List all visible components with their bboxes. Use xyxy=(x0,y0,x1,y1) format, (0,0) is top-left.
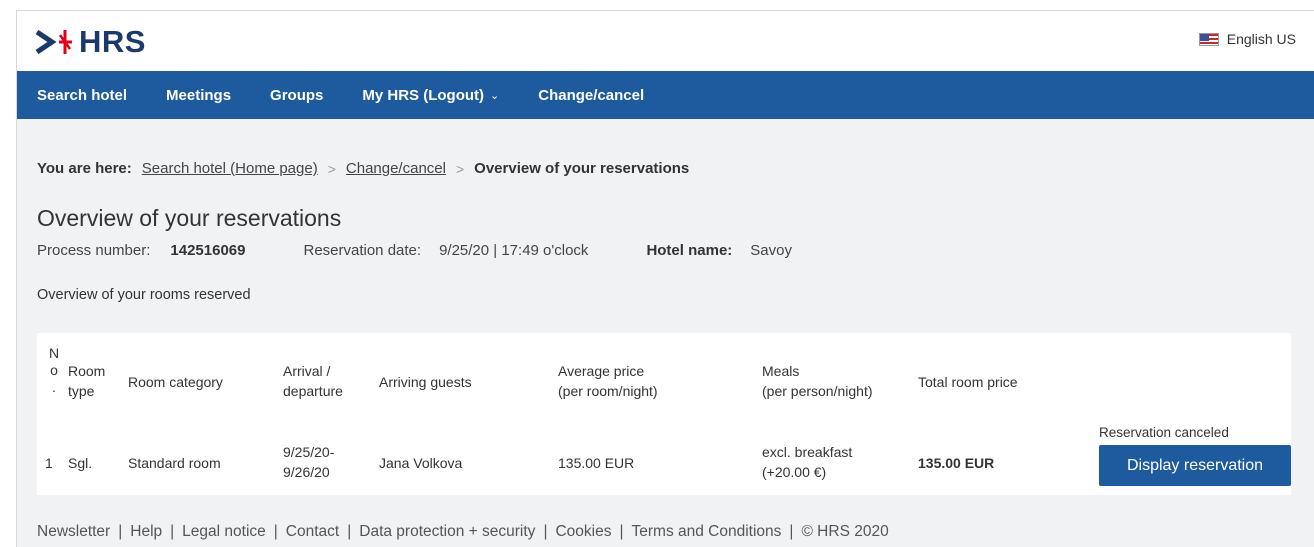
footer-link-cookies[interactable]: Cookies xyxy=(555,523,611,541)
footer-link-terms[interactable]: Terms and Conditions xyxy=(632,523,782,541)
main-nav: Search hotel Meetings Groups My HRS (Log… xyxy=(17,71,1314,119)
col-header-room-category: Room category xyxy=(128,374,223,390)
col-header-room-type-line: Room xyxy=(68,363,106,379)
footer-link-data-protection[interactable]: Data protection + security xyxy=(359,523,535,541)
status-badge: Reservation canceled xyxy=(1099,425,1229,440)
reservation-date-value: 9/25/20 | 17:49 o'clock xyxy=(439,242,589,259)
cell-arrival-departure: 9/25/20- 9/26/20 xyxy=(283,442,334,482)
footer-separator: | xyxy=(118,523,123,540)
nav-meetings[interactable]: Meetings xyxy=(166,87,231,104)
cell-arrival: 9/25/20- xyxy=(283,444,335,460)
footer-link-newsletter[interactable]: Newsletter xyxy=(37,523,110,541)
col-header-meals: Meals (per person/night) xyxy=(762,361,873,401)
col-header-no: N o . xyxy=(47,345,61,396)
footer-copyright: © HRS 2020 xyxy=(801,523,889,540)
footer-links: Newsletter | Help | Legal notice | Conta… xyxy=(37,523,889,541)
col-header-room-type: Room type xyxy=(68,361,105,401)
process-number-label: Process number: xyxy=(37,242,151,259)
cell-room-category: Standard room xyxy=(128,455,221,471)
chevron-down-icon: ⌄ xyxy=(490,89,500,102)
footer-separator: | xyxy=(170,523,175,540)
col-header-total: Total room price xyxy=(918,374,1018,390)
cell-guests: Jana Volkova xyxy=(379,455,463,471)
col-header-no-line: o xyxy=(50,362,58,378)
footer-link-contact[interactable]: Contact xyxy=(286,523,339,541)
nav-groups[interactable]: Groups xyxy=(270,87,323,104)
hotel-name-value: Savoy xyxy=(750,242,792,259)
breadcrumb-label: You are here: xyxy=(37,160,132,177)
footer-separator: | xyxy=(347,523,352,540)
footer-separator: | xyxy=(543,523,548,540)
nav-my-hrs-label: My HRS (Logout) xyxy=(362,86,485,104)
col-header-avg-price-line: Average price xyxy=(558,363,645,379)
cell-no: 1 xyxy=(45,455,53,471)
breadcrumb-link-home[interactable]: Search hotel (Home page) xyxy=(142,160,318,177)
nav-search-hotel[interactable]: Search hotel xyxy=(37,87,127,104)
col-header-no-line: . xyxy=(52,379,56,395)
col-header-meals-line: (per person/night) xyxy=(762,383,873,399)
col-header-room-type-line: type xyxy=(68,383,95,399)
language-selector[interactable]: English US xyxy=(1198,31,1296,47)
breadcrumb-separator: > xyxy=(327,160,336,177)
rooms-table: N o . Room type Room category Arrival / … xyxy=(37,333,1291,495)
footer-separator: | xyxy=(619,523,624,540)
process-number-value: 142516069 xyxy=(170,242,246,259)
footer-separator: | xyxy=(273,523,278,540)
breadcrumb-current: Overview of your reservations xyxy=(474,160,690,177)
col-header-avg-price-line: (per room/night) xyxy=(558,383,658,399)
breadcrumb: You are here: Search hotel (Home page) >… xyxy=(37,160,689,177)
nav-change-cancel[interactable]: Change/cancel xyxy=(538,87,644,104)
cell-room-type: Sgl. xyxy=(68,455,93,471)
col-header-arrival: Arrival / departure xyxy=(283,361,343,401)
col-header-no-line: N xyxy=(48,345,60,361)
col-header-guests: Arriving guests xyxy=(379,374,472,390)
breadcrumb-separator: > xyxy=(455,160,465,177)
cell-total: 135.00 EUR xyxy=(918,455,995,471)
reservation-meta: Process number: 142516069 Reservation da… xyxy=(37,242,792,259)
brand-name: HRS xyxy=(79,24,146,59)
breadcrumb-link-change-cancel[interactable]: Change/cancel xyxy=(346,160,446,177)
col-header-arrival-line: departure xyxy=(283,383,343,399)
col-header-meals-line: Meals xyxy=(762,363,800,379)
footer-link-help[interactable]: Help xyxy=(130,523,162,541)
hrs-logo-icon xyxy=(35,29,72,55)
col-header-arrival-line: Arrival / xyxy=(283,363,331,379)
rooms-heading: Overview of your rooms reserved xyxy=(37,287,251,303)
nav-my-hrs[interactable]: My HRS (Logout) ⌄ xyxy=(362,87,499,104)
display-reservation-button[interactable]: Display reservation xyxy=(1099,445,1291,486)
language-label: English US xyxy=(1226,31,1296,47)
us-flag-icon xyxy=(1198,32,1219,46)
hrs-logo[interactable]: HRS xyxy=(35,25,175,59)
page-frame: HRS English US Search hotel Meetings Gro… xyxy=(16,10,1314,547)
site-header: HRS English US xyxy=(17,11,1314,71)
reservation-date-label: Reservation date: xyxy=(303,242,422,259)
cell-meals-line: (+20.00 €) xyxy=(762,464,827,480)
cell-departure: 9/26/20 xyxy=(283,464,330,480)
footer-separator: | xyxy=(789,523,794,540)
footer-link-legal-notice[interactable]: Legal notice xyxy=(182,523,266,541)
cell-avg-price: 135.00 EUR xyxy=(558,455,635,471)
hotel-name-label: Hotel name: xyxy=(646,242,733,259)
cell-meals-line: excl. breakfast xyxy=(762,444,853,460)
page-title: Overview of your reservations xyxy=(37,205,342,231)
col-header-avg-price: Average price (per room/night) xyxy=(558,361,658,401)
cell-meals: excl. breakfast (+20.00 €) xyxy=(762,442,852,482)
